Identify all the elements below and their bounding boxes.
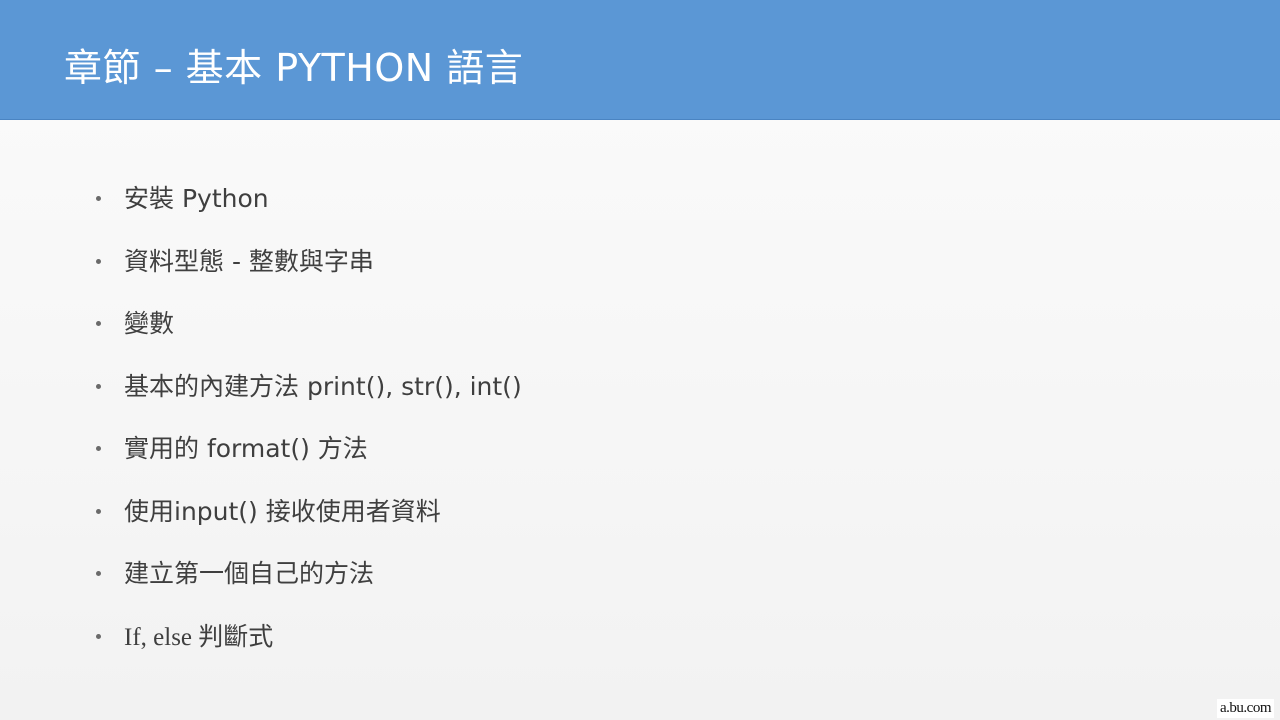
- bullet-item: 實用的 format() 方法: [96, 416, 494, 479]
- slide: 章節 – 基本 PYTHON 語言 安裝 Python 資料型態 - 整數與字串…: [0, 0, 1280, 720]
- bullet-icon: [96, 196, 101, 201]
- bullet-icon: [96, 633, 101, 639]
- bullet-icon: [96, 508, 101, 514]
- slide-title: 章節 – 基本 PYTHON 語言: [64, 46, 524, 90]
- bullet-icon: [96, 383, 101, 389]
- bullet-text: 資料型態 - 整數與字串: [124, 246, 374, 276]
- bullet-item: 使用input() 接收使用者資料: [96, 479, 494, 542]
- bullet-item: 變數: [96, 291, 494, 354]
- bullet-text: If, else 判斷式: [124, 623, 274, 651]
- bullet-text: 變數: [124, 309, 175, 339]
- bullet-icon: [96, 446, 101, 451]
- bullet-icon: [96, 258, 101, 264]
- bullet-text: 實用的 format() 方法: [124, 434, 368, 464]
- bullet-text: 基本的內建方法 print(), str(), int(): [124, 371, 522, 401]
- bullet-list: 安裝 Python 資料型態 - 整數與字串 變數 基本的內建方法 print(…: [96, 166, 522, 667]
- bullet-text: 使用input() 接收使用者資料: [124, 496, 441, 526]
- bullet-item: If, else 判斷式: [96, 604, 494, 667]
- bullet-icon: [96, 321, 101, 326]
- bullet-text: 建立第一個自己的方法: [124, 559, 375, 589]
- bullet-item: 資料型態 - 整數與字串: [96, 229, 494, 292]
- bullet-item: 建立第一個自己的方法: [96, 541, 494, 604]
- bullet-item: 安裝 Python: [96, 166, 494, 229]
- bullet-text: 安裝 Python: [124, 184, 269, 214]
- bullet-item: 基本的內建方法 print(), str(), int(): [96, 354, 522, 417]
- bullet-icon: [96, 571, 101, 576]
- slide-header: 章節 – 基本 PYTHON 語言: [0, 0, 1280, 120]
- watermark-logo: a.bu.com: [1217, 699, 1274, 718]
